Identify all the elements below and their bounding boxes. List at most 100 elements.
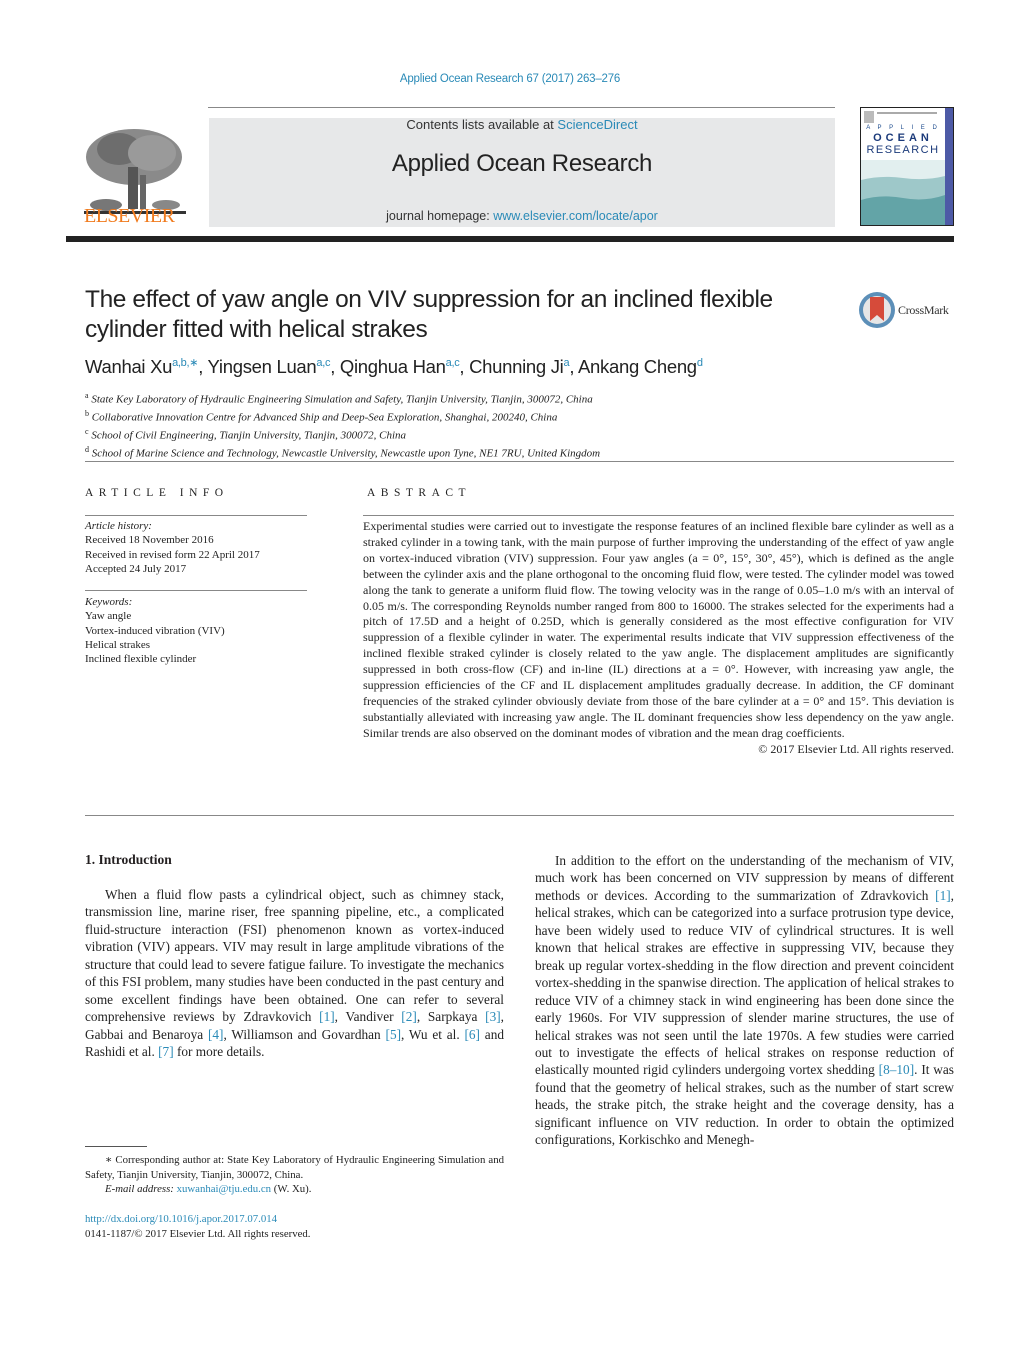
author[interactable]: Wanhai Xua,b,∗ [85,356,198,377]
header-divider [208,107,835,108]
history-revised: Received in revised form 22 April 2017 [85,548,260,561]
author-affil-marker[interactable]: d [697,357,703,369]
reference-link[interactable]: [1] [935,888,951,903]
abstract-rule [363,515,954,516]
abstract-heading: ABSTRACT [367,487,472,499]
author-separator: , [569,356,578,378]
affiliation: b Collaborative Innovation Centre for Ad… [85,407,600,425]
section-heading-introduction: 1. Introduction [85,852,172,867]
intro-column-left: When a fluid flow pasts a cylindrical ob… [85,886,504,1061]
author-name: Qinghua Han [339,356,446,378]
cover-elsevier-icon [864,111,874,123]
author-affil-marker[interactable]: a,b,∗ [172,357,198,369]
issn-line: 0141-1187/© 2017 Elsevier Ltd. All right… [85,1227,311,1240]
author-name: Wanhai Xu [85,356,173,378]
abstract-copyright: © 2017 Elsevier Ltd. All rights reserved… [758,741,954,756]
author[interactable]: Chunning Jia [469,356,570,378]
cover-line2: OCEAN [873,132,933,144]
footnotes: ∗ Corresponding author at: State Key Lab… [85,1153,504,1197]
cover-header-bar [877,112,937,114]
email-suffix: (W. Xu). [271,1183,312,1195]
affiliation-key: c [85,427,89,437]
affiliation: d School of Marine Science and Technolog… [85,443,600,461]
crossmark-badge[interactable]: CrossMark [858,291,958,331]
author-separator: , [330,356,340,378]
contents-prefix: Contents lists available at [406,117,558,132]
keyword: Helical strakes [85,638,151,651]
abstract-body: Experimental studies were carried out to… [363,519,954,758]
sciencedirect-link[interactable]: ScienceDirect [557,117,637,132]
history-received: Received 18 November 2016 [85,534,214,547]
author-affil-marker[interactable]: a,c [316,357,330,369]
corresponding-author-note: ∗ Corresponding author at: State Key Lab… [85,1154,504,1181]
author-name: Chunning Ji [469,356,564,378]
reference-link[interactable]: [5] [386,1027,402,1042]
keywords: Keywords: Yaw angle Vortex-induced vibra… [85,595,225,666]
contents-line: Contents lists available at ScienceDirec… [209,117,835,132]
crossmark-icon [859,292,895,328]
homepage-link[interactable]: www.elsevier.com/locate/apor [493,209,658,223]
reference-link[interactable]: [6] [464,1027,480,1042]
journal-citation[interactable]: Applied Ocean Research 67 (2017) 263–276 [0,73,1020,85]
affiliation-key: d [85,445,89,455]
article-history: Article history: Received 18 November 20… [85,519,260,576]
affiliation: c School of Civil Engineering, Tianjin U… [85,425,600,443]
reference-link[interactable]: [7] [158,1044,174,1059]
author[interactable]: Ankang Chengd [578,356,703,377]
keyword: Inclined flexible cylinder [85,653,197,666]
paragraph-text: , Sarpkaya [416,1009,486,1025]
reference-link[interactable]: [3] [485,1009,501,1024]
paragraph-text: for more details. [173,1044,265,1060]
journal-cover-thumbnail[interactable]: A P P L I E D OCEAN RESEARCH [860,107,954,226]
history-accepted: Accepted 24 July 2017 [85,562,187,575]
affiliations: a State Key Laboratory of Hydraulic Engi… [85,389,600,462]
intro-column-right: In addition to the effort on the underst… [535,852,954,1149]
author-separator: , [459,356,470,378]
paragraph-text: , Williamson and Govardhan [223,1026,386,1042]
paragraph-text: , helical strakes, which can be categori… [535,887,954,1078]
paragraph-text: , Wu et al. [401,1026,465,1042]
paragraph-text: When a fluid flow pasts a cylindrical ob… [85,887,504,1025]
article-title: The effect of yaw angle on VIV suppressi… [85,286,773,343]
doi-block: http://dx.doi.org/10.1016/j.apor.2017.07… [85,1212,311,1241]
affiliations-divider [85,461,954,462]
journal-title: Applied Ocean Research [391,150,653,177]
author-name: Yingsen Luan [207,356,317,378]
paragraph-text: In addition to the effort on the underst… [535,853,954,903]
homepage-line: journal homepage: www.elsevier.com/locat… [209,209,835,223]
crossmark-label: CrossMark [898,303,949,317]
author-separator: , [198,356,208,378]
affiliation-text: State Key Laboratory of Hydraulic Engine… [91,393,593,406]
intro-paragraph: In addition to the effort on the underst… [535,852,954,1149]
paragraph-text: , Vandiver [334,1009,402,1025]
keywords-label: Keywords: [85,596,133,608]
author[interactable]: Qinghua Hana,c [340,356,460,377]
reference-link[interactable]: [2] [401,1009,417,1024]
keyword: Yaw angle [85,610,132,623]
article-info-heading: ARTICLE INFO [85,487,229,499]
affiliation-key: b [85,409,89,419]
affiliation-text: School of Civil Engineering, Tianjin Uni… [91,429,407,442]
email-note: E-mail address: xuwanhai@tju.edu.cn (W. … [85,1182,504,1197]
cover-spine [945,108,953,225]
email-link[interactable]: xuwanhai@tju.edu.cn [177,1183,272,1195]
affiliation-text: School of Marine Science and Technology,… [91,448,601,461]
intro-paragraph: When a fluid flow pasts a cylindrical ob… [85,886,504,1061]
author-list: Wanhai Xua,b,∗, Yingsen Luana,c, Qinghua… [85,356,703,378]
reference-link[interactable]: [1] [319,1009,335,1024]
author-name: Ankang Cheng [578,356,697,378]
reference-link[interactable]: [8–10] [879,1062,914,1077]
footnote-rule [85,1146,147,1147]
keywords-rule [85,590,307,591]
elsevier-wordmark: ELSEVIER [84,205,175,227]
reference-link[interactable]: [4] [208,1027,224,1042]
doi-link[interactable]: http://dx.doi.org/10.1016/j.apor.2017.07… [85,1213,277,1225]
affiliation: a State Key Laboratory of Hydraulic Engi… [85,389,600,407]
history-label: Article history: [85,520,152,532]
keyword: Vortex-induced vibration (VIV) [85,624,225,637]
author-affil-marker[interactable]: a,c [446,357,460,369]
article-info-rule [85,515,307,516]
affiliation-text: Collaborative Innovation Centre for Adva… [91,411,558,424]
author[interactable]: Yingsen Luana,c [208,356,331,377]
homepage-prefix: journal homepage: [386,209,494,223]
